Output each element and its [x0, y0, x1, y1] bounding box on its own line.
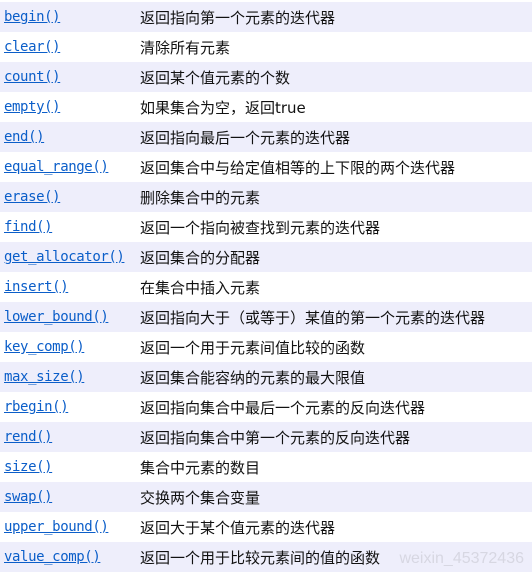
description-cell: 交换两个集合变量	[140, 482, 532, 512]
function-cell: swap()	[0, 482, 140, 512]
function-link[interactable]: size()	[4, 459, 53, 475]
function-link[interactable]: swap()	[4, 489, 53, 505]
function-cell: max_size()	[0, 362, 140, 392]
function-cell: rend()	[0, 422, 140, 452]
table-row: rbegin() 返回指向集合中最后一个元素的反向迭代器	[0, 392, 532, 422]
table-row: begin() 返回指向第一个元素的迭代器	[0, 2, 532, 32]
description-cell: 集合中元素的数目	[140, 452, 532, 482]
table-row: empty() 如果集合为空，返回true	[0, 92, 532, 122]
function-link[interactable]: equal_range()	[4, 159, 109, 175]
function-cell: insert()	[0, 272, 140, 302]
description-cell: 返回指向集合中最后一个元素的反向迭代器	[140, 392, 532, 422]
table-row: erase() 删除集合中的元素	[0, 182, 532, 212]
table-row: max_size() 返回集合能容纳的元素的最大限值	[0, 362, 532, 392]
function-cell: value_comp()	[0, 542, 140, 572]
function-cell: erase()	[0, 182, 140, 212]
function-link[interactable]: end()	[4, 129, 45, 145]
table-row: swap() 交换两个集合变量	[0, 482, 532, 512]
function-link[interactable]: lower_bound()	[4, 309, 109, 325]
table-row: find() 返回一个指向被查找到元素的迭代器	[0, 212, 532, 242]
function-link[interactable]: get_allocator()	[4, 249, 125, 265]
function-link[interactable]: empty()	[4, 99, 61, 115]
table-row: key_comp() 返回一个用于元素间值比较的函数	[0, 332, 532, 362]
function-cell: begin()	[0, 2, 140, 32]
function-cell: rbegin()	[0, 392, 140, 422]
function-link[interactable]: upper_bound()	[4, 519, 109, 535]
function-link[interactable]: rbegin()	[4, 399, 69, 415]
description-cell: 返回某个值元素的个数	[140, 62, 532, 92]
description-cell: 删除集合中的元素	[140, 182, 532, 212]
function-link[interactable]: max_size()	[4, 369, 85, 385]
description-cell: 返回指向大于（或等于）某值的第一个元素的迭代器	[140, 302, 532, 332]
function-cell: get_allocator()	[0, 242, 140, 272]
description-cell: 返回集合中与给定值相等的上下限的两个迭代器	[140, 152, 532, 182]
table-row: count() 返回某个值元素的个数	[0, 62, 532, 92]
function-link[interactable]: rend()	[4, 429, 53, 445]
function-link[interactable]: begin()	[4, 9, 61, 25]
function-cell: end()	[0, 122, 140, 152]
function-link[interactable]: clear()	[4, 39, 61, 55]
table-row: size() 集合中元素的数目	[0, 452, 532, 482]
function-table: begin() 返回指向第一个元素的迭代器 clear() 清除所有元素 count()…	[0, 2, 532, 572]
table-row: insert() 在集合中插入元素	[0, 272, 532, 302]
description-cell: 返回指向第一个元素的迭代器	[140, 2, 532, 32]
description-cell: 在集合中插入元素	[140, 272, 532, 302]
table-row: upper_bound() 返回大于某个值元素的迭代器	[0, 512, 532, 542]
description-cell: 返回大于某个值元素的迭代器	[140, 512, 532, 542]
function-link[interactable]: key_comp()	[4, 339, 85, 355]
function-link[interactable]: insert()	[4, 279, 69, 295]
description-cell: 返回集合的分配器	[140, 242, 532, 272]
table-row: get_allocator() 返回集合的分配器	[0, 242, 532, 272]
description-cell: 返回一个指向被查找到元素的迭代器	[140, 212, 532, 242]
table-row: rend() 返回指向集合中第一个元素的反向迭代器	[0, 422, 532, 452]
table-row: end() 返回指向最后一个元素的迭代器	[0, 122, 532, 152]
description-cell: 返回一个用于元素间值比较的函数	[140, 332, 532, 362]
function-cell: size()	[0, 452, 140, 482]
function-cell: clear()	[0, 32, 140, 62]
table-row: value_comp() 返回一个用于比较元素间的值的函数	[0, 542, 532, 572]
function-link[interactable]: count()	[4, 69, 61, 85]
function-cell: upper_bound()	[0, 512, 140, 542]
function-cell: find()	[0, 212, 140, 242]
function-link[interactable]: find()	[4, 219, 53, 235]
table-row: clear() 清除所有元素	[0, 32, 532, 62]
function-cell: equal_range()	[0, 152, 140, 182]
description-cell: 如果集合为空，返回true	[140, 92, 532, 122]
function-cell: lower_bound()	[0, 302, 140, 332]
table-row: lower_bound() 返回指向大于（或等于）某值的第一个元素的迭代器	[0, 302, 532, 332]
description-cell: 返回集合能容纳的元素的最大限值	[140, 362, 532, 392]
function-link[interactable]: value_comp()	[4, 549, 101, 565]
function-cell: key_comp()	[0, 332, 140, 362]
function-link[interactable]: erase()	[4, 189, 61, 205]
description-cell: 返回一个用于比较元素间的值的函数	[140, 542, 532, 572]
table-row: equal_range() 返回集合中与给定值相等的上下限的两个迭代器	[0, 152, 532, 182]
description-cell: 返回指向最后一个元素的迭代器	[140, 122, 532, 152]
function-cell: count()	[0, 62, 140, 92]
description-cell: 清除所有元素	[140, 32, 532, 62]
function-cell: empty()	[0, 92, 140, 122]
description-cell: 返回指向集合中第一个元素的反向迭代器	[140, 422, 532, 452]
